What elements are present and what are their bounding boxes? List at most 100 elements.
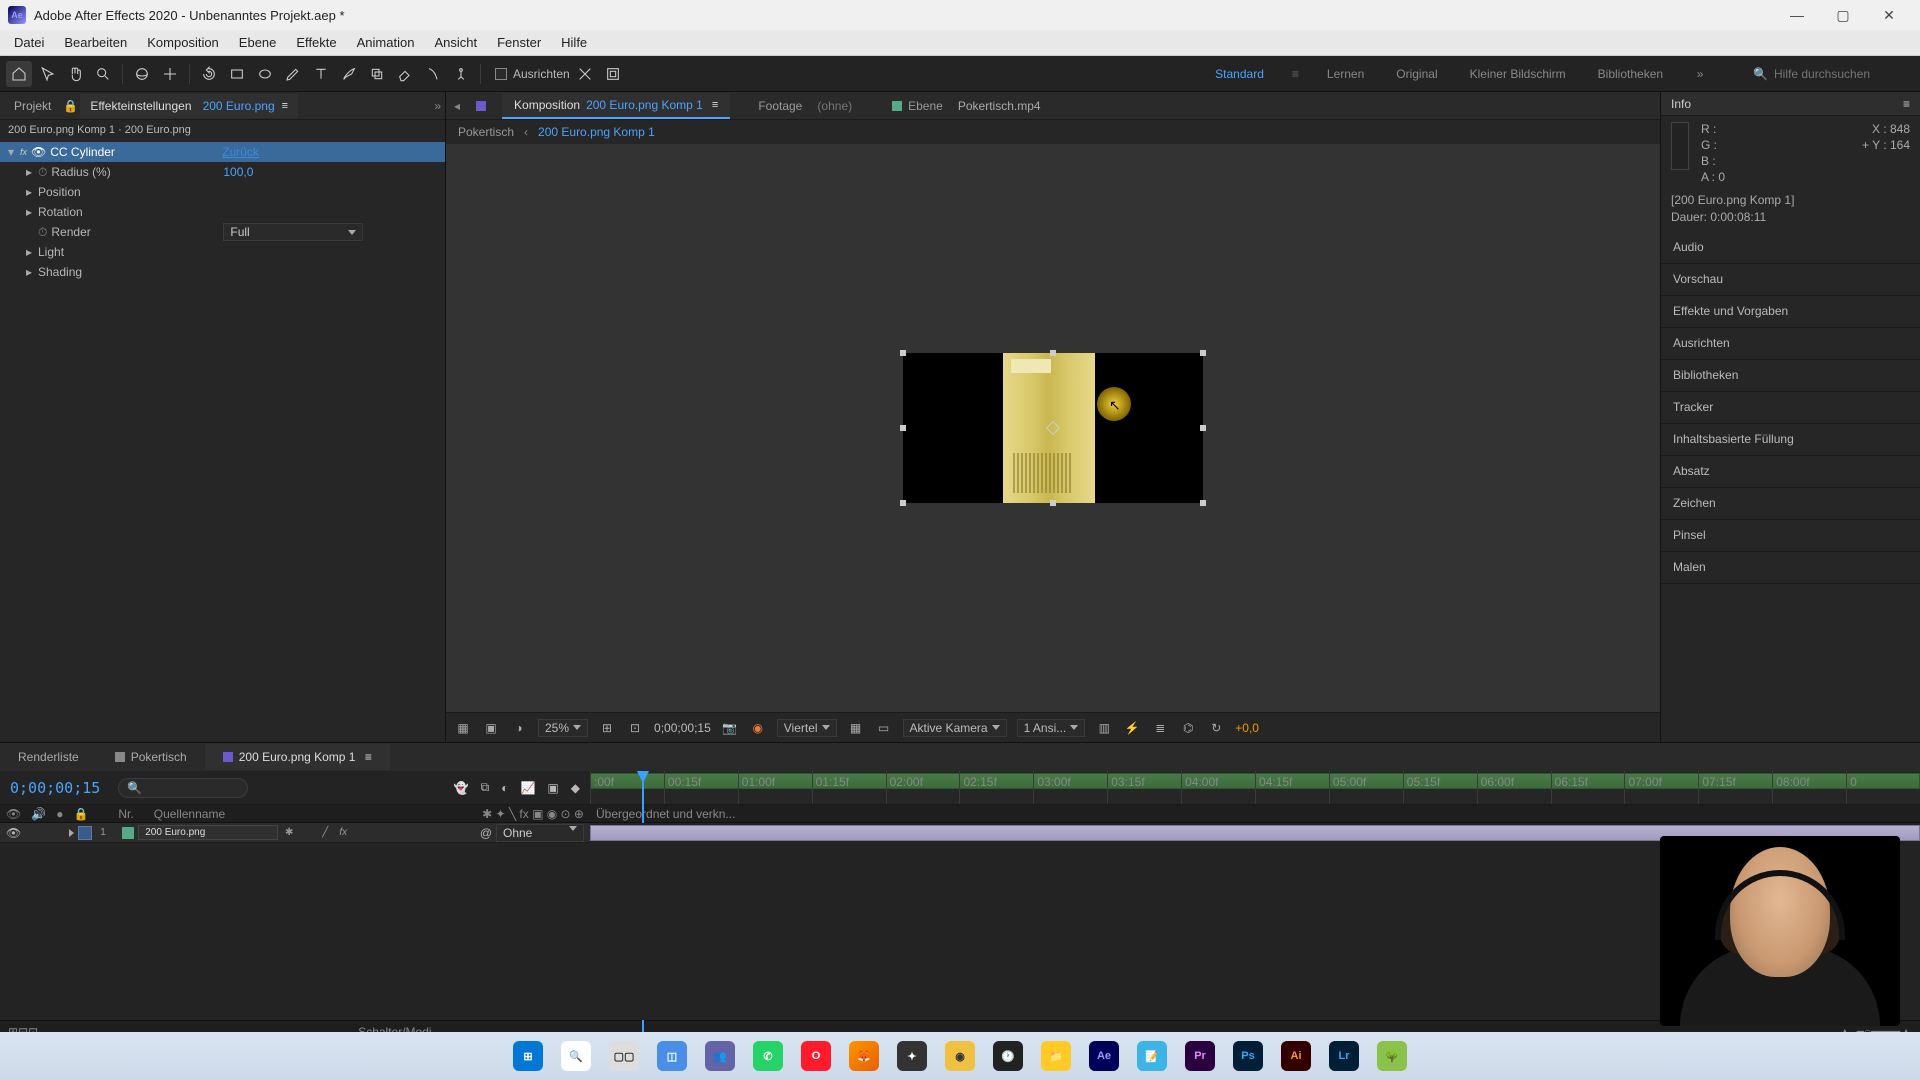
- prop-render[interactable]: ⏱ Render Full: [0, 222, 445, 242]
- taskbar-explorer[interactable]: 📁: [1034, 1036, 1078, 1076]
- menu-datei[interactable]: Datei: [4, 31, 54, 54]
- pen-tool[interactable]: [280, 61, 306, 87]
- time-tick[interactable]: 01:00f: [738, 771, 812, 804]
- ws-lernen[interactable]: Lernen: [1323, 61, 1368, 87]
- reset-exposure-icon[interactable]: ↻: [1207, 719, 1225, 737]
- tab-composition[interactable]: Komposition200 Euro.png Komp 1 ≡: [502, 93, 730, 119]
- minimize-button[interactable]: —: [1774, 0, 1820, 30]
- time-tick[interactable]: 02:15f: [959, 771, 1033, 804]
- time-tick[interactable]: 02:00f: [886, 771, 960, 804]
- lock-toggle-icon[interactable]: 🔒: [73, 807, 88, 821]
- panel-absatz[interactable]: Absatz: [1661, 456, 1920, 488]
- panel-inhaltsbasiert[interactable]: Inhaltsbasierte Füllung: [1661, 424, 1920, 456]
- rectangle-tool[interactable]: [224, 61, 250, 87]
- resize-handle[interactable]: [1200, 500, 1206, 506]
- menu-ansicht[interactable]: Ansicht: [424, 31, 487, 54]
- taskbar-app-8[interactable]: ✦: [890, 1036, 934, 1076]
- puppet-tool[interactable]: [448, 61, 474, 87]
- pixel-aspect-icon[interactable]: ▥: [1095, 719, 1113, 737]
- eraser-tool[interactable]: [392, 61, 418, 87]
- menu-bearbeiten[interactable]: Bearbeiten: [54, 31, 137, 54]
- taskbar-photoshop[interactable]: Ps: [1226, 1036, 1270, 1076]
- shy-icon[interactable]: 👻: [454, 781, 469, 795]
- radius-value[interactable]: 100,0: [223, 165, 253, 179]
- taskbar-app-9[interactable]: ◉: [938, 1036, 982, 1076]
- time-tick[interactable]: 05:00f: [1329, 771, 1403, 804]
- mask-icon[interactable]: ◑: [510, 719, 528, 737]
- home-tool[interactable]: [6, 61, 32, 87]
- res-half-icon[interactable]: ⊡: [626, 719, 644, 737]
- panel-pinsel[interactable]: Pinsel: [1661, 520, 1920, 552]
- taskbar-search[interactable]: 🔍: [554, 1036, 598, 1076]
- taskbar-windows[interactable]: ⊞: [506, 1036, 550, 1076]
- brush-tool[interactable]: [336, 61, 362, 87]
- time-tick[interactable]: 0: [1846, 771, 1920, 804]
- solo-toggle-icon[interactable]: ●: [56, 807, 63, 821]
- hand-tool[interactable]: [62, 61, 88, 87]
- rotate-tool[interactable]: [196, 61, 222, 87]
- stopwatch-icon[interactable]: ⏱: [38, 165, 47, 180]
- taskbar-opera[interactable]: O: [794, 1036, 838, 1076]
- viewer-canvas[interactable]: ↖: [446, 144, 1660, 712]
- alpha-icon[interactable]: ▦: [454, 719, 472, 737]
- zoom-dropdown[interactable]: 25%: [538, 719, 588, 737]
- nav-back[interactable]: Pokertisch: [458, 125, 514, 139]
- snap-checkbox[interactable]: Ausrichten: [495, 67, 570, 81]
- frame-blend-icon[interactable]: ⧉: [481, 780, 490, 795]
- tab-effect-controls[interactable]: Effekteinstellungen 200 Euro.png ≡: [80, 94, 298, 118]
- zoom-tool[interactable]: [90, 61, 116, 87]
- ws-kleiner[interactable]: Kleiner Bildschirm: [1466, 61, 1570, 87]
- time-tick[interactable]: 00:15f: [664, 771, 738, 804]
- taskbar-whatsapp[interactable]: ✆: [746, 1036, 790, 1076]
- tab-renderliste[interactable]: Renderliste: [0, 744, 97, 770]
- effect-reset-link[interactable]: Zurück: [222, 145, 259, 159]
- panel-tracker[interactable]: Tracker: [1661, 392, 1920, 424]
- menu-ebene[interactable]: Ebene: [229, 31, 287, 54]
- taskbar-premiere[interactable]: Pr: [1178, 1036, 1222, 1076]
- panel-audio[interactable]: Audio: [1661, 232, 1920, 264]
- render-dropdown[interactable]: Full: [223, 223, 363, 241]
- layer-visibility-icon[interactable]: 👁: [6, 826, 21, 840]
- chevron-left-icon[interactable]: ‹: [524, 125, 528, 139]
- tab-footage[interactable]: Footage (ohne): [746, 94, 864, 118]
- taskbar-clock[interactable]: 🕐: [986, 1036, 1030, 1076]
- taskbar-teams[interactable]: 👥: [698, 1036, 742, 1076]
- time-ruler[interactable]: :00f00:15f01:00f01:15f02:00f02:15f03:00f…: [590, 771, 1920, 804]
- resize-handle[interactable]: [1200, 425, 1206, 431]
- audio-toggle-icon[interactable]: 🔊: [31, 807, 46, 821]
- time-tick[interactable]: 07:15f: [1698, 771, 1772, 804]
- ellipse-tool[interactable]: [252, 61, 278, 87]
- menu-effekte[interactable]: Effekte: [286, 31, 346, 54]
- resize-handle[interactable]: [1200, 350, 1206, 356]
- time-tick[interactable]: 01:15f: [812, 771, 886, 804]
- res-full-icon[interactable]: ⊞: [598, 719, 616, 737]
- timeline-search[interactable]: 🔍: [118, 778, 248, 798]
- prop-rotation[interactable]: ▸Rotation: [0, 202, 445, 222]
- draft3d-icon[interactable]: ▣: [547, 781, 558, 795]
- panel-overflow-icon[interactable]: »: [434, 99, 441, 113]
- layer-name[interactable]: 200 Euro.png: [138, 825, 278, 840]
- taskbar-taskview[interactable]: ▢▢: [602, 1036, 646, 1076]
- views-dropdown[interactable]: 1 Ansi...: [1017, 719, 1086, 737]
- snapshot-icon[interactable]: 📷: [721, 719, 739, 737]
- taskbar-illustrator[interactable]: Ai: [1274, 1036, 1318, 1076]
- menu-hilfe[interactable]: Hilfe: [551, 31, 597, 54]
- menu-komposition[interactable]: Komposition: [137, 31, 229, 54]
- prop-radius[interactable]: ▸⏱ Radius (%) 100,0: [0, 162, 445, 182]
- time-tick[interactable]: 06:00f: [1477, 771, 1551, 804]
- ws-standard[interactable]: Standard: [1211, 61, 1268, 87]
- taskbar-lightroom[interactable]: Lr: [1322, 1036, 1366, 1076]
- ws-bibliotheken[interactable]: Bibliotheken: [1594, 61, 1667, 87]
- motion-blur-icon[interactable]: ◐: [501, 781, 508, 795]
- tab-pokertisch[interactable]: Pokertisch: [97, 744, 205, 770]
- current-time[interactable]: 0;00;00;15: [10, 779, 100, 797]
- panel-zeichen[interactable]: Zeichen: [1661, 488, 1920, 520]
- layer-color-swatch[interactable]: [78, 826, 92, 840]
- time-tick[interactable]: 07:00f: [1624, 771, 1698, 804]
- tab-layer[interactable]: Ebene Pokertisch.mp4: [880, 94, 1052, 118]
- time-tick[interactable]: 08:00f: [1772, 771, 1846, 804]
- parent-dropdown[interactable]: Ohne: [496, 824, 584, 842]
- taskbar-after-effects[interactable]: Ae: [1082, 1036, 1126, 1076]
- selection-tool[interactable]: [34, 61, 60, 87]
- clone-tool[interactable]: [364, 61, 390, 87]
